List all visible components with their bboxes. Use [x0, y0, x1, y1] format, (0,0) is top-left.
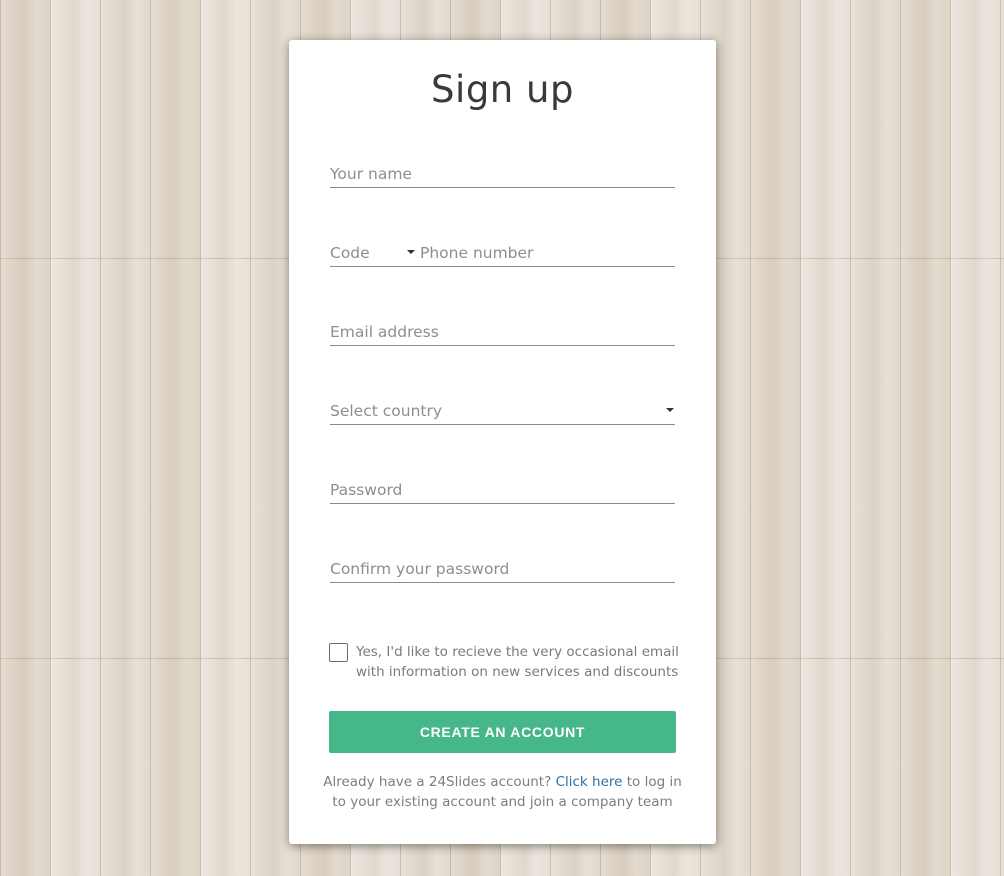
- country-code-select[interactable]: Code: [330, 244, 370, 262]
- password-placeholder: Password: [330, 481, 403, 499]
- name-placeholder: Your name: [330, 165, 412, 183]
- create-account-button[interactable]: CREATE AN ACCOUNT: [329, 711, 676, 753]
- newsletter-label-line1: Yes, I'd like to recieve the very occasi…: [356, 644, 679, 660]
- caret-down-icon: [666, 408, 674, 412]
- signup-card: Sign up Your name Code Phone number Emai…: [289, 40, 716, 844]
- login-prompt-line2: to your existing account and join a comp…: [332, 793, 673, 810]
- confirm-password-input[interactable]: Confirm your password: [330, 547, 675, 583]
- phone-field: Code Phone number: [330, 231, 675, 267]
- page-title: Sign up: [431, 68, 574, 111]
- login-prompt-prefix: Already have a 24Slides account?: [323, 774, 552, 790]
- newsletter-label-line2: with information on new services and dis…: [356, 663, 679, 680]
- login-link[interactable]: Click here: [556, 774, 623, 790]
- email-input[interactable]: Email address: [330, 310, 675, 346]
- login-prompt: Already have a 24Slides account? Click h…: [289, 773, 716, 812]
- newsletter-checkbox[interactable]: [329, 643, 348, 662]
- country-select[interactable]: Select country: [330, 389, 675, 425]
- phone-number-input[interactable]: Phone number: [420, 244, 533, 262]
- email-placeholder: Email address: [330, 323, 439, 341]
- country-placeholder: Select country: [330, 402, 443, 420]
- newsletter-label: Yes, I'd like to recieve the very occasi…: [356, 643, 686, 682]
- login-prompt-suffix: to log in: [626, 774, 682, 790]
- name-input[interactable]: Your name: [330, 152, 675, 188]
- password-input[interactable]: Password: [330, 468, 675, 504]
- caret-down-icon[interactable]: [407, 250, 415, 254]
- confirm-password-placeholder: Confirm your password: [330, 560, 510, 578]
